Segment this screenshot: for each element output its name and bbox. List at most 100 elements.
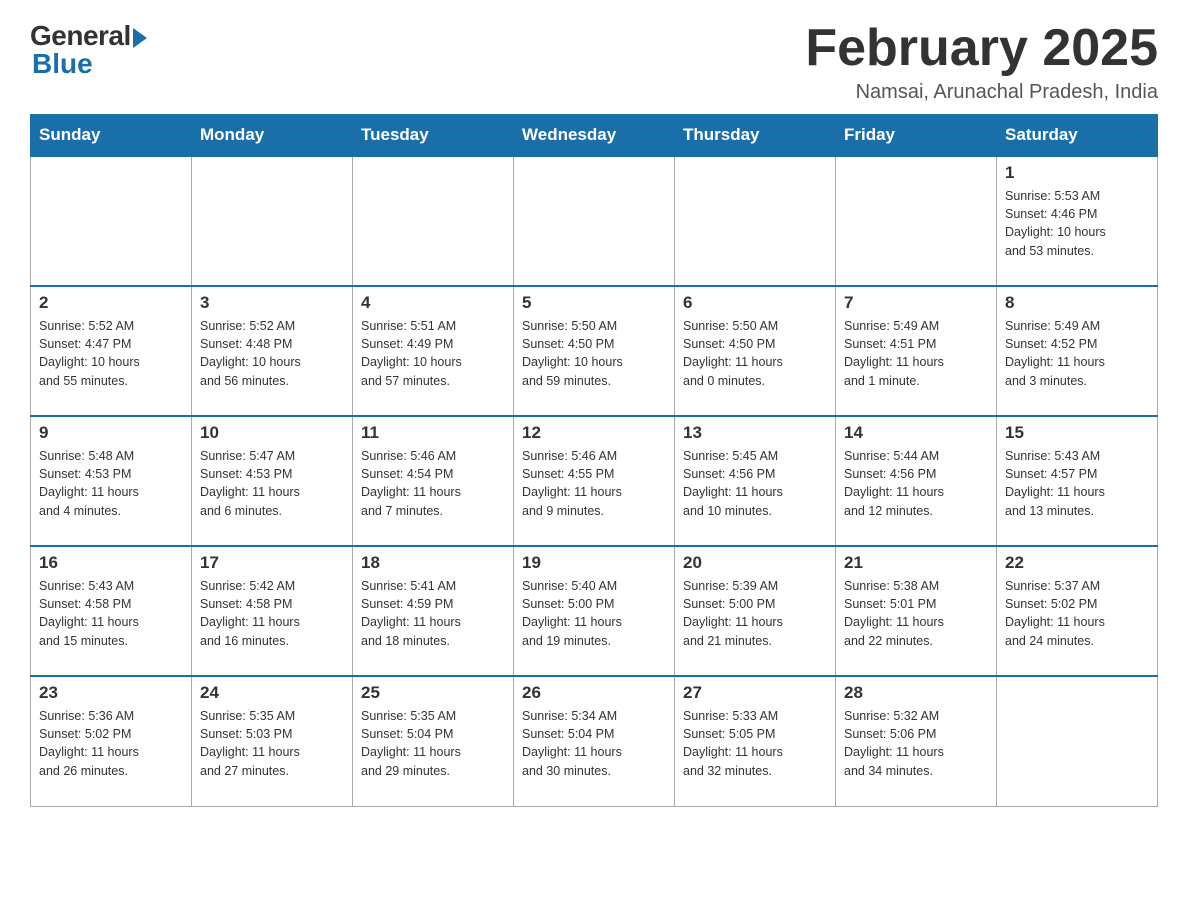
calendar-cell: 3 Sunrise: 5:52 AM Sunset: 4:48 PM Daylig… [192,286,353,416]
calendar-cell [514,156,675,286]
day-info: Sunrise: 5:34 AM Sunset: 5:04 PM Dayligh… [522,707,666,780]
calendar-cell: 9 Sunrise: 5:48 AM Sunset: 4:53 PM Daylig… [31,416,192,546]
col-header-sunday: Sunday [31,115,192,157]
day-number: 19 [522,553,666,573]
calendar-cell: 20 Sunrise: 5:39 AM Sunset: 5:00 PM Dayli… [675,546,836,676]
col-header-friday: Friday [836,115,997,157]
calendar-cell: 17 Sunrise: 5:42 AM Sunset: 4:58 PM Dayli… [192,546,353,676]
calendar-cell: 16 Sunrise: 5:43 AM Sunset: 4:58 PM Dayli… [31,546,192,676]
logo-blue-text: Blue [32,48,93,80]
calendar-cell: 21Sunrise: 5:38 AM Sunset: 5:01 PM Dayli… [836,546,997,676]
day-number: 14 [844,423,988,443]
calendar-cell: 2 Sunrise: 5:52 AM Sunset: 4:47 PM Daylig… [31,286,192,416]
day-info: Sunrise: 5:42 AM Sunset: 4:58 PM Dayligh… [200,577,344,650]
calendar-cell [836,156,997,286]
day-info: Sunrise: 5:46 AM Sunset: 4:54 PM Dayligh… [361,447,505,520]
day-info: Sunrise: 5:50 AM Sunset: 4:50 PM Dayligh… [522,317,666,390]
day-info: Sunrise: 5:52 AM Sunset: 4:47 PM Dayligh… [39,317,183,390]
day-number: 8 [1005,293,1149,313]
day-info: Sunrise: 5:38 AM Sunset: 5:01 PM Dayligh… [844,577,988,650]
day-number: 27 [683,683,827,703]
calendar-cell: 5 Sunrise: 5:50 AM Sunset: 4:50 PM Daylig… [514,286,675,416]
calendar-cell: 4 Sunrise: 5:51 AM Sunset: 4:49 PM Daylig… [353,286,514,416]
day-info: Sunrise: 5:39 AM Sunset: 5:00 PM Dayligh… [683,577,827,650]
day-number: 5 [522,293,666,313]
calendar-cell: 10Sunrise: 5:47 AM Sunset: 4:53 PM Dayli… [192,416,353,546]
calendar-cell: 8 Sunrise: 5:49 AM Sunset: 4:52 PM Daylig… [997,286,1158,416]
calendar-cell: 12 Sunrise: 5:46 AM Sunset: 4:55 PM Dayli… [514,416,675,546]
day-number: 2 [39,293,183,313]
day-info: Sunrise: 5:36 AM Sunset: 5:02 PM Dayligh… [39,707,183,780]
col-header-wednesday: Wednesday [514,115,675,157]
day-info: Sunrise: 5:37 AM Sunset: 5:02 PM Dayligh… [1005,577,1149,650]
logo-arrow-icon [133,28,147,48]
col-header-saturday: Saturday [997,115,1158,157]
day-info: Sunrise: 5:33 AM Sunset: 5:05 PM Dayligh… [683,707,827,780]
day-number: 16 [39,553,183,573]
day-info: Sunrise: 5:46 AM Sunset: 4:55 PM Dayligh… [522,447,666,520]
calendar-cell [353,156,514,286]
day-number: 25 [361,683,505,703]
day-info: Sunrise: 5:52 AM Sunset: 4:48 PM Dayligh… [200,317,344,390]
day-number: 4 [361,293,505,313]
calendar-week-2: 2 Sunrise: 5:52 AM Sunset: 4:47 PM Daylig… [31,286,1158,416]
calendar-cell: 24 Sunrise: 5:35 AM Sunset: 5:03 PM Dayli… [192,676,353,806]
calendar-cell: 19 Sunrise: 5:40 AM Sunset: 5:00 PM Dayli… [514,546,675,676]
day-info: Sunrise: 5:47 AM Sunset: 4:53 PM Dayligh… [200,447,344,520]
day-number: 3 [200,293,344,313]
calendar-cell: 13 Sunrise: 5:45 AM Sunset: 4:56 PM Dayli… [675,416,836,546]
day-info: Sunrise: 5:53 AM Sunset: 4:46 PM Dayligh… [1005,187,1149,260]
day-info: Sunrise: 5:51 AM Sunset: 4:49 PM Dayligh… [361,317,505,390]
calendar-cell [192,156,353,286]
day-info: Sunrise: 5:43 AM Sunset: 4:58 PM Dayligh… [39,577,183,650]
day-info: Sunrise: 5:40 AM Sunset: 5:00 PM Dayligh… [522,577,666,650]
day-info: Sunrise: 5:35 AM Sunset: 5:03 PM Dayligh… [200,707,344,780]
day-info: Sunrise: 5:45 AM Sunset: 4:56 PM Dayligh… [683,447,827,520]
day-number: 13 [683,423,827,443]
day-number: 6 [683,293,827,313]
calendar-cell: 25 Sunrise: 5:35 AM Sunset: 5:04 PM Dayli… [353,676,514,806]
calendar-cell: 28 Sunrise: 5:32 AM Sunset: 5:06 PM Dayli… [836,676,997,806]
day-number: 9 [39,423,183,443]
day-number: 28 [844,683,988,703]
calendar-week-3: 9 Sunrise: 5:48 AM Sunset: 4:53 PM Daylig… [31,416,1158,546]
day-number: 18 [361,553,505,573]
page-header: General Blue February 2025 Namsai, Aruna… [30,20,1158,104]
day-number: 22 [1005,553,1149,573]
title-area: February 2025 Namsai, Arunachal Pradesh,… [805,20,1158,104]
calendar-cell: 14Sunrise: 5:44 AM Sunset: 4:56 PM Dayli… [836,416,997,546]
calendar-cell: 23 Sunrise: 5:36 AM Sunset: 5:02 PM Dayli… [31,676,192,806]
day-number: 26 [522,683,666,703]
day-number: 20 [683,553,827,573]
day-info: Sunrise: 5:32 AM Sunset: 5:06 PM Dayligh… [844,707,988,780]
col-header-thursday: Thursday [675,115,836,157]
day-info: Sunrise: 5:35 AM Sunset: 5:04 PM Dayligh… [361,707,505,780]
calendar-cell [675,156,836,286]
calendar-cell: 15 Sunrise: 5:43 AM Sunset: 4:57 PM Dayli… [997,416,1158,546]
month-title: February 2025 [805,20,1158,77]
calendar-cell: 27 Sunrise: 5:33 AM Sunset: 5:05 PM Dayli… [675,676,836,806]
day-number: 12 [522,423,666,443]
logo: General Blue [30,20,147,80]
day-number: 1 [1005,163,1149,183]
calendar-cell: 7 Sunrise: 5:49 AM Sunset: 4:51 PM Daylig… [836,286,997,416]
calendar-cell: 1 Sunrise: 5:53 AM Sunset: 4:46 PM Daylig… [997,156,1158,286]
day-number: 24 [200,683,344,703]
day-info: Sunrise: 5:49 AM Sunset: 4:52 PM Dayligh… [1005,317,1149,390]
col-header-monday: Monday [192,115,353,157]
col-header-tuesday: Tuesday [353,115,514,157]
day-number: 15 [1005,423,1149,443]
calendar-cell [997,676,1158,806]
day-info: Sunrise: 5:41 AM Sunset: 4:59 PM Dayligh… [361,577,505,650]
day-number: 23 [39,683,183,703]
day-info: Sunrise: 5:49 AM Sunset: 4:51 PM Dayligh… [844,317,988,390]
day-info: Sunrise: 5:48 AM Sunset: 4:53 PM Dayligh… [39,447,183,520]
calendar-cell: 26 Sunrise: 5:34 AM Sunset: 5:04 PM Dayli… [514,676,675,806]
day-number: 17 [200,553,344,573]
day-info: Sunrise: 5:43 AM Sunset: 4:57 PM Dayligh… [1005,447,1149,520]
calendar-cell: 11 Sunrise: 5:46 AM Sunset: 4:54 PM Dayli… [353,416,514,546]
location-label: Namsai, Arunachal Pradesh, India [805,81,1158,104]
day-number: 11 [361,423,505,443]
calendar-cell [31,156,192,286]
day-number: 7 [844,293,988,313]
